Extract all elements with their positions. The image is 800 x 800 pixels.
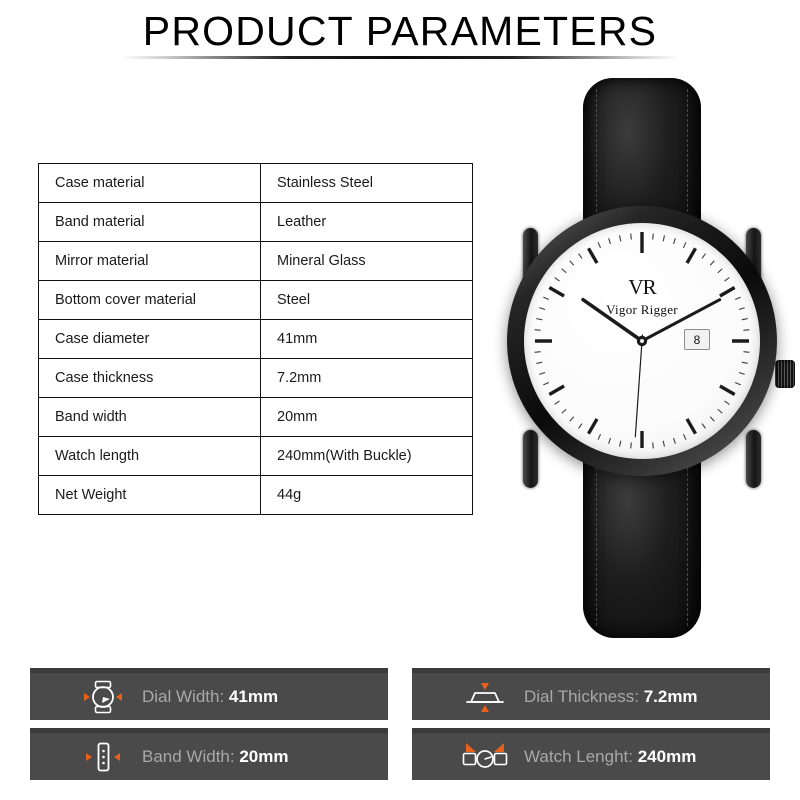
spec-key: Mirror material xyxy=(38,241,261,281)
strap-stitch-left xyxy=(596,457,597,627)
dial-markers xyxy=(534,232,750,449)
watch-face-icon xyxy=(72,680,134,714)
spec-key: Band width xyxy=(38,397,261,437)
spec-key: Case thickness xyxy=(38,358,261,398)
watch-product-image: VR Vigor Rigger 8 xyxy=(487,78,797,638)
info-bar-text: Watch Lenght: 240mm xyxy=(524,747,696,767)
watch-crown xyxy=(775,360,795,388)
watch-brand-name: Vigor Rigger xyxy=(606,302,678,317)
table-row: Mirror material Mineral Glass xyxy=(38,241,473,281)
spec-table-body: Case material Stainless Steel Band mater… xyxy=(38,163,473,515)
info-bar-text: Dial Width: 41mm xyxy=(142,687,278,707)
spec-value: Steel xyxy=(260,280,473,320)
info-value: 7.2mm xyxy=(643,686,698,706)
table-row: Net Weight 44g xyxy=(38,475,473,515)
spec-value: 41mm xyxy=(260,319,473,359)
info-value: 240mm xyxy=(637,746,697,766)
spec-key: Case material xyxy=(38,163,261,203)
spec-key: Watch length xyxy=(38,436,261,476)
info-bar-text: Dial Thickness: 7.2mm xyxy=(524,687,698,707)
info-label: Dial Thickness: xyxy=(524,686,644,706)
watch-date-window: 8 xyxy=(684,329,710,350)
spec-value: Leather xyxy=(260,202,473,242)
spec-value: 240mm(With Buckle) xyxy=(260,436,473,476)
spec-key: Band material xyxy=(38,202,261,242)
spec-key: Bottom cover material xyxy=(38,280,261,320)
spec-key: Case diameter xyxy=(38,319,261,359)
dimension-info-bars: Dial Width: 41mm Dial Thickness: 7.2mm B xyxy=(30,668,770,780)
info-bar-watch-length: Watch Lenght: 240mm xyxy=(412,728,770,780)
spec-value: 20mm xyxy=(260,397,473,437)
info-value: 41mm xyxy=(228,686,279,706)
case-profile-icon xyxy=(454,680,516,714)
spec-value: 44g xyxy=(260,475,473,515)
watch-full-icon xyxy=(454,740,516,774)
info-label: Dial Width: xyxy=(142,686,229,706)
page-title: PRODUCT PARAMETERS xyxy=(142,8,658,54)
spec-table: Case material Stainless Steel Band mater… xyxy=(38,163,473,515)
info-bar-text: Band Width: 20mm xyxy=(142,747,288,767)
band-strip-icon xyxy=(72,739,134,775)
table-row: Case material Stainless Steel xyxy=(38,163,473,203)
watch-dial: VR Vigor Rigger 8 xyxy=(524,223,760,459)
info-bar-dial-thickness: Dial Thickness: 7.2mm xyxy=(412,668,770,720)
table-row: Band width 20mm xyxy=(38,397,473,437)
title-divider xyxy=(120,56,680,59)
watch-case: VR Vigor Rigger 8 xyxy=(507,206,777,476)
table-row: Case thickness 7.2mm xyxy=(38,358,473,398)
info-label: Band Width: xyxy=(142,746,240,766)
strap-stitch-right xyxy=(687,457,688,627)
spec-value: 7.2mm xyxy=(260,358,473,398)
info-bar-band-width: Band Width: 20mm xyxy=(30,728,388,780)
table-row: Band material Leather xyxy=(38,202,473,242)
spec-key: Net Weight xyxy=(38,475,261,515)
table-row: Watch length 240mm(With Buckle) xyxy=(38,436,473,476)
spec-value: Mineral Glass xyxy=(260,241,473,281)
table-row: Case diameter 41mm xyxy=(38,319,473,359)
spec-value: Stainless Steel xyxy=(260,163,473,203)
watch-brand-monogram: VR xyxy=(628,275,656,299)
info-label: Watch Lenght: xyxy=(524,746,638,766)
info-bar-dial-width: Dial Width: 41mm xyxy=(30,668,388,720)
info-value: 20mm xyxy=(239,746,289,766)
table-row: Bottom cover material Steel xyxy=(38,280,473,320)
